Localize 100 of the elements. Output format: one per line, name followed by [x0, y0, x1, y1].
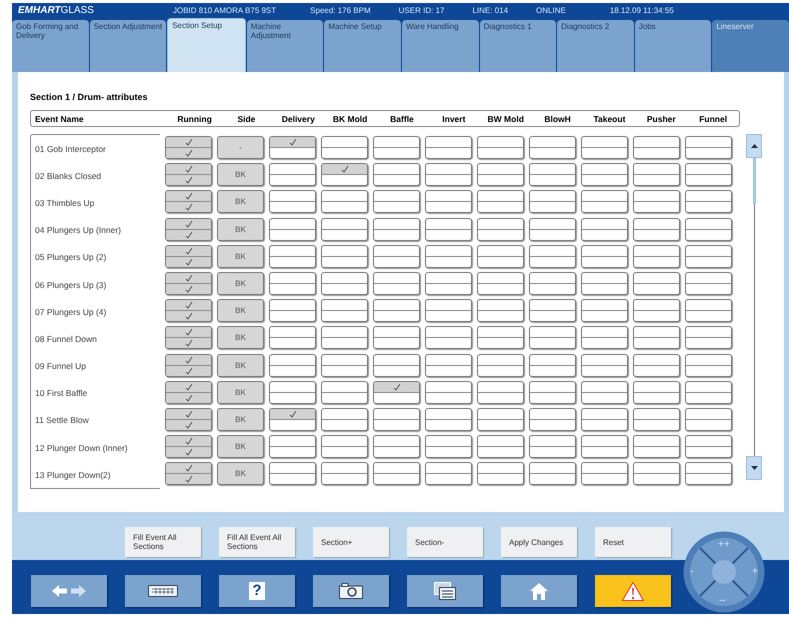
toggle-cell[interactable] — [477, 272, 524, 296]
toggle-cell[interactable] — [685, 380, 732, 404]
toggle-cell[interactable] — [373, 244, 420, 268]
toggle-cell[interactable] — [581, 354, 628, 377]
toggle-cell[interactable] — [269, 408, 316, 431]
toggle-cell[interactable] — [269, 462, 316, 486]
toggle-cell[interactable] — [633, 299, 680, 322]
toggle-cell[interactable] — [165, 272, 212, 296]
side-button[interactable]: BK — [217, 408, 264, 431]
toggle-cell[interactable] — [269, 190, 316, 214]
tab[interactable]: Gob Forming and Delivery — [12, 20, 89, 72]
toggle-cell[interactable] — [581, 136, 628, 160]
toggle-cell[interactable] — [269, 244, 316, 268]
tab[interactable]: Machine Setup — [324, 20, 401, 72]
toggle-cell[interactable] — [425, 326, 472, 350]
toggle-cell[interactable] — [633, 244, 680, 268]
toggle-cell[interactable] — [477, 435, 524, 458]
toggle-cell[interactable] — [373, 190, 420, 214]
toggle-cell[interactable] — [425, 354, 472, 377]
toggle-cell[interactable] — [477, 326, 524, 350]
toggle-cell[interactable] — [425, 218, 472, 241]
toggle-cell[interactable] — [529, 380, 576, 404]
toggle-cell[interactable] — [633, 408, 680, 431]
toggle-cell[interactable] — [373, 299, 420, 322]
toggle-cell[interactable] — [477, 190, 524, 214]
side-button[interactable]: BK — [217, 462, 264, 486]
toggle-cell[interactable] — [529, 218, 576, 241]
action-button[interactable]: Apply Changes — [501, 527, 577, 557]
toggle-cell[interactable] — [633, 218, 680, 241]
toggle-cell[interactable] — [321, 462, 368, 486]
tab[interactable]: Machine Adjustment — [246, 20, 324, 72]
toggle-cell[interactable] — [269, 163, 316, 186]
toggle-cell[interactable] — [581, 218, 628, 241]
toggle-cell[interactable] — [477, 218, 524, 241]
toggle-cell[interactable] — [321, 408, 368, 431]
toggle-cell[interactable] — [529, 326, 576, 350]
toggle-cell[interactable] — [165, 136, 212, 160]
toggle-cell[interactable] — [477, 163, 524, 186]
toggle-cell[interactable] — [373, 163, 420, 186]
toggle-cell[interactable] — [581, 435, 628, 458]
toggle-cell[interactable] — [477, 380, 524, 404]
toggle-cell[interactable] — [633, 435, 680, 458]
toggle-cell[interactable] — [269, 136, 316, 160]
toggle-cell[interactable] — [165, 462, 212, 486]
nav-button[interactable] — [407, 575, 483, 607]
toggle-cell[interactable] — [581, 326, 628, 350]
toggle-cell[interactable] — [425, 299, 472, 322]
side-button[interactable]: BK — [217, 163, 264, 186]
toggle-cell[interactable] — [165, 354, 212, 377]
tab[interactable]: Ware Handling — [402, 20, 479, 72]
side-button[interactable]: BK — [217, 190, 264, 214]
toggle-cell[interactable] — [529, 435, 576, 458]
toggle-cell[interactable] — [529, 163, 576, 186]
toggle-cell[interactable] — [321, 272, 368, 296]
action-button[interactable]: Section- — [407, 527, 483, 557]
toggle-cell[interactable] — [425, 272, 472, 296]
toggle-cell[interactable] — [477, 354, 524, 377]
toggle-cell[interactable] — [685, 326, 732, 350]
toggle-cell[interactable] — [633, 190, 680, 214]
toggle-cell[interactable] — [269, 380, 316, 404]
toggle-cell[interactable] — [685, 190, 732, 214]
toggle-cell[interactable] — [685, 462, 732, 486]
toggle-cell[interactable] — [165, 380, 212, 404]
toggle-cell[interactable] — [633, 272, 680, 296]
toggle-cell[interactable] — [477, 408, 524, 431]
side-button[interactable]: - — [217, 136, 264, 160]
toggle-cell[interactable] — [373, 136, 420, 160]
tab[interactable]: Diagnostics 2 — [557, 20, 634, 72]
toggle-cell[interactable] — [165, 326, 212, 350]
toggle-cell[interactable] — [269, 435, 316, 458]
toggle-cell[interactable] — [373, 272, 420, 296]
toggle-cell[interactable] — [581, 462, 628, 486]
nav-button[interactable] — [313, 575, 389, 607]
toggle-cell[interactable] — [477, 462, 524, 486]
scroll-up-button[interactable] — [746, 134, 762, 158]
toggle-cell[interactable] — [425, 408, 472, 431]
action-button[interactable]: Fill All Event All Sections — [219, 527, 295, 557]
toggle-cell[interactable] — [685, 136, 732, 160]
tab[interactable]: Diagnostics 1 — [480, 20, 556, 72]
toggle-cell[interactable] — [321, 244, 368, 268]
nav-button[interactable]: ? — [219, 575, 295, 607]
toggle-cell[interactable] — [165, 163, 212, 186]
side-button[interactable]: BK — [217, 326, 264, 350]
toggle-cell[interactable] — [321, 218, 368, 241]
toggle-cell[interactable] — [321, 163, 368, 186]
toggle-cell[interactable] — [633, 136, 680, 160]
toggle-cell[interactable] — [165, 218, 212, 241]
toggle-cell[interactable] — [581, 163, 628, 186]
action-button[interactable]: Section+ — [313, 527, 389, 557]
toggle-cell[interactable] — [373, 435, 420, 458]
toggle-cell[interactable] — [425, 136, 472, 160]
toggle-cell[interactable] — [529, 136, 576, 160]
toggle-cell[interactable] — [529, 299, 576, 322]
toggle-cell[interactable] — [581, 190, 628, 214]
toggle-cell[interactable] — [373, 326, 420, 350]
toggle-cell[interactable] — [321, 190, 368, 214]
toggle-cell[interactable] — [529, 408, 576, 431]
toggle-cell[interactable] — [373, 218, 420, 241]
toggle-cell[interactable] — [477, 136, 524, 160]
side-button[interactable]: BK — [217, 354, 264, 377]
